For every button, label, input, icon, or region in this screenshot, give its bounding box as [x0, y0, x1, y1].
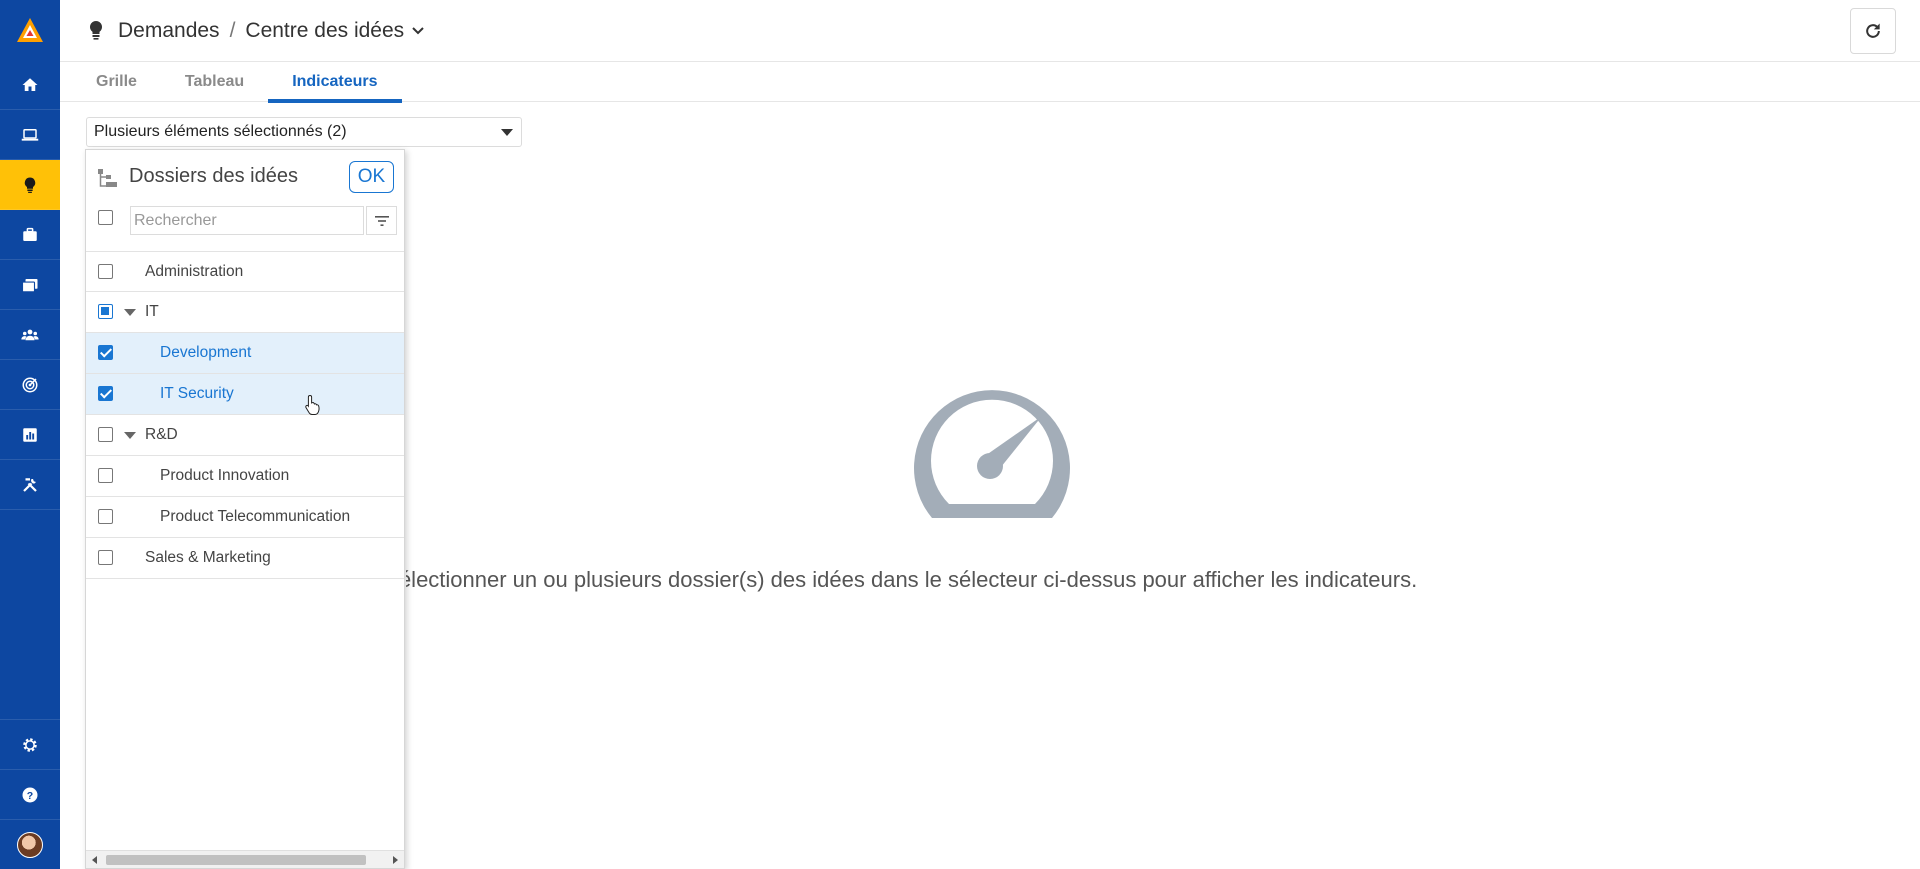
lightbulb-icon: [89, 20, 103, 40]
sidebar-item-home[interactable]: [0, 60, 60, 110]
sidebar-item-portfolio[interactable]: [0, 260, 60, 310]
scroll-right-icon[interactable]: [393, 856, 398, 864]
gear-icon: [23, 737, 37, 752]
horizontal-scrollbar[interactable]: [86, 850, 404, 868]
scroll-left-icon[interactable]: [92, 856, 97, 864]
tree-row-label: Product Innovation: [160, 467, 290, 484]
target-icon: [22, 377, 38, 392]
sidebar-bottom: ?: [0, 719, 60, 869]
row-checkbox[interactable]: [98, 386, 113, 401]
breadcrumb-root[interactable]: Demandes: [118, 19, 220, 43]
refresh-button[interactable]: [1850, 8, 1896, 54]
tree-row-rnd[interactable]: R&D: [86, 415, 404, 456]
help-icon: ?: [22, 787, 38, 802]
filter-button[interactable]: [366, 206, 397, 235]
row-checkbox[interactable]: [98, 345, 113, 360]
tab-indicators[interactable]: Indicateurs: [268, 62, 402, 103]
panel-header: Dossiers des idées OK: [86, 150, 404, 198]
laptop-icon: [21, 128, 39, 141]
tree-row-product-innovation[interactable]: Product Innovation: [86, 456, 404, 497]
avatar[interactable]: [17, 831, 43, 858]
row-checkbox[interactable]: [98, 550, 113, 565]
tree-row-sales-marketing[interactable]: Sales & Marketing: [86, 538, 404, 579]
sidebar-item-help[interactable]: ?: [0, 769, 60, 819]
chevron-down-icon[interactable]: [412, 26, 424, 35]
row-checkbox[interactable]: [98, 304, 113, 319]
header: Demandes / Centre des idées: [60, 0, 1920, 62]
caret-down-icon: [501, 129, 513, 136]
folder-dropdown-panel: Dossiers des idées OK Rechercher Adminis…: [85, 149, 405, 869]
tree-row-label: Administration: [145, 263, 244, 280]
sidebar-item-settings[interactable]: [0, 719, 60, 769]
chart-icon: [23, 427, 37, 442]
tools-icon: [23, 477, 37, 492]
tree-row-label: R&D: [145, 426, 178, 443]
row-checkbox[interactable]: [98, 264, 113, 279]
svg-text:?: ?: [27, 789, 33, 801]
app: ? Demandes / Centre des idées Grille Tab…: [0, 0, 1920, 869]
sidebar-item-ideas[interactable]: [0, 160, 60, 210]
sidebar-item-assets[interactable]: [0, 110, 60, 160]
folder-tree: Administration IT Development IT Securit…: [86, 251, 404, 579]
tree-row-it-security[interactable]: IT Security: [86, 374, 404, 415]
tree-row-label: Development: [160, 344, 252, 361]
home-icon: [22, 77, 38, 91]
folder-selector-value: Plusieurs éléments sélectionnés (2): [94, 123, 347, 140]
breadcrumb-current[interactable]: Centre des idées: [245, 19, 404, 43]
expand-caret-icon[interactable]: [124, 432, 136, 439]
filter-icon: [374, 215, 389, 226]
empty-state-clip: Veuillez sélectionner un ou plusieurs do…: [406, 560, 1606, 600]
sidebar-item-resources[interactable]: [0, 310, 60, 360]
tree-row-label: Sales & Marketing: [145, 549, 271, 566]
refresh-icon: [1866, 23, 1880, 38]
sidebar-item-profile[interactable]: [0, 819, 60, 869]
sidebar-item-projects[interactable]: [0, 210, 60, 260]
tree-row-product-telecommunication[interactable]: Product Telecommunication: [86, 497, 404, 538]
expand-caret-icon[interactable]: [124, 309, 136, 316]
users-icon: [21, 329, 39, 340]
tree-row-label: Product Telecommunication: [160, 508, 351, 525]
breadcrumb-separator: /: [229, 18, 236, 42]
row-checkbox[interactable]: [98, 509, 113, 524]
tree-row-label: IT: [145, 303, 159, 320]
tree-row-it[interactable]: IT: [86, 292, 404, 333]
tree-row-label: IT Security: [160, 385, 234, 402]
tree-icon: [98, 169, 117, 187]
breadcrumb: Demandes / Centre des idées: [88, 19, 424, 43]
logo-icon: [17, 18, 43, 42]
lightbulb-icon: [24, 177, 36, 193]
sidebar-item-reports[interactable]: [0, 410, 60, 460]
search-input[interactable]: Rechercher: [130, 206, 364, 235]
folder-selector[interactable]: Plusieurs éléments sélectionnés (2): [86, 117, 522, 147]
panel-title: Dossiers des idées: [129, 165, 298, 187]
sidebar-item-objectives[interactable]: [0, 360, 60, 410]
tree-row-development[interactable]: Development: [86, 333, 404, 374]
select-all-checkbox[interactable]: [98, 210, 113, 225]
sidebar: ?: [0, 0, 60, 869]
app-logo[interactable]: [0, 0, 60, 60]
tab-table[interactable]: Tableau: [161, 62, 268, 102]
tree-row-administration[interactable]: Administration: [86, 251, 404, 292]
scrollbar-thumb[interactable]: [106, 855, 366, 865]
row-checkbox[interactable]: [98, 468, 113, 483]
hand-cursor-icon: [305, 394, 320, 415]
empty-state-message: Veuillez sélectionner un ou plusieurs do…: [406, 567, 1418, 592]
ok-button[interactable]: OK: [349, 161, 394, 193]
briefcase-icon: [23, 227, 37, 241]
gauge-icon: [914, 390, 1070, 518]
tab-grid[interactable]: Grille: [72, 62, 161, 102]
search-row: Rechercher: [86, 202, 404, 236]
tab-bar: Grille Tableau Indicateurs: [60, 62, 1920, 103]
sidebar-item-admin-tools[interactable]: [0, 460, 60, 510]
folders-icon: [21, 278, 38, 292]
row-checkbox[interactable]: [98, 427, 113, 442]
